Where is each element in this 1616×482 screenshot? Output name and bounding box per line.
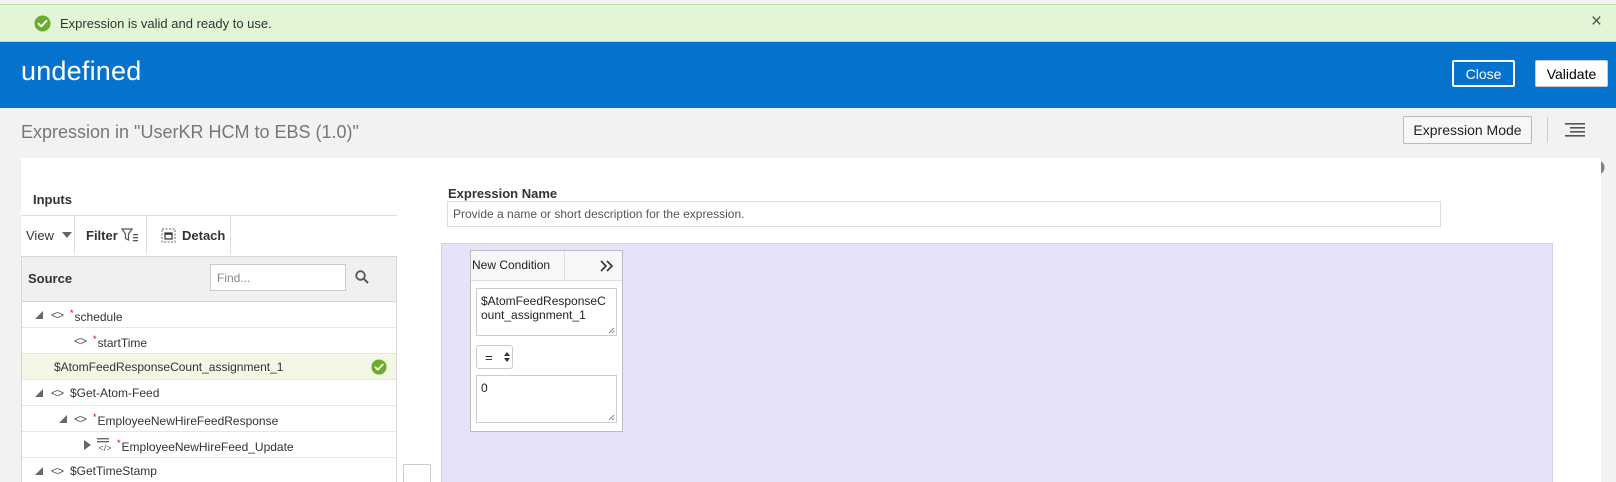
detach-button[interactable]: Detach bbox=[161, 216, 225, 254]
tree-item-label: EmployeeNewHireFeed_Update bbox=[121, 440, 294, 454]
svg-text:</>: </> bbox=[98, 443, 111, 452]
success-banner: Expression is valid and ready to use. × bbox=[0, 4, 1616, 42]
left-operand-value: $AtomFeedResponseCount_assignment_1 bbox=[481, 294, 606, 322]
hamburger-icon[interactable] bbox=[1565, 122, 1585, 138]
main-panel: Inputs View Filter Detach Source Find...… bbox=[21, 158, 1601, 482]
expanded-triangle-icon[interactable] bbox=[34, 388, 44, 398]
expression-builder: Expression is valid and ready to use. × … bbox=[0, 0, 1616, 482]
expanded-triangle-icon[interactable] bbox=[58, 414, 68, 424]
required-marker: * bbox=[93, 412, 97, 422]
repeating-element-icon: </> bbox=[97, 438, 112, 452]
expression-name-input[interactable] bbox=[447, 201, 1441, 227]
toolbar-divider bbox=[230, 216, 231, 254]
close-button[interactable]: Close bbox=[1452, 60, 1515, 87]
header-divider bbox=[564, 251, 565, 281]
condition-header: New Condition bbox=[471, 251, 622, 281]
condition-title: New Condition bbox=[472, 258, 551, 272]
tree-row-starttime[interactable]: <> *startTime bbox=[22, 328, 396, 354]
resize-grip-icon[interactable] bbox=[608, 414, 615, 421]
tree-item-label: $AtomFeedResponseCount_assignment_1 bbox=[54, 360, 284, 374]
angle-brackets-icon: <> bbox=[51, 308, 64, 322]
tree-row-feed-response[interactable]: <> *EmployeeNewHireFeedResponse bbox=[22, 406, 396, 432]
validate-button[interactable]: Validate bbox=[1535, 60, 1608, 87]
tree-item-label: $Get-Atom-Feed bbox=[70, 386, 160, 400]
page-title: Expression in "UserKR HCM to EBS (1.0)" bbox=[21, 122, 359, 142]
expanded-triangle-icon[interactable] bbox=[34, 310, 44, 320]
condition-card: New Condition $AtomFeedResponseCount_ass… bbox=[470, 250, 623, 432]
expression-canvas[interactable]: New Condition $AtomFeedResponseCount_ass… bbox=[441, 243, 1553, 482]
angle-brackets-icon: <> bbox=[51, 464, 64, 478]
operator-select[interactable]: = bbox=[476, 345, 513, 369]
right-operand-value: 0 bbox=[481, 381, 488, 395]
view-label: View bbox=[26, 227, 54, 243]
double-chevron-right-icon[interactable] bbox=[600, 260, 614, 272]
toolbar-divider bbox=[74, 216, 75, 254]
operator-value: = bbox=[485, 350, 493, 365]
header-bar: undefined Close Validate bbox=[0, 42, 1616, 108]
expression-name-label: Expression Name bbox=[448, 186, 558, 201]
caret-down-icon bbox=[61, 232, 72, 238]
tree-row-schedule[interactable]: <> *schedule bbox=[22, 302, 396, 328]
tree-row-get-atom-feed[interactable]: <> $Get-Atom-Feed bbox=[22, 380, 396, 406]
filter-button[interactable]: Filter bbox=[86, 216, 139, 254]
filter-label: Filter bbox=[86, 227, 118, 243]
detach-icon bbox=[161, 228, 176, 242]
close-banner-icon[interactable]: × bbox=[1591, 12, 1602, 32]
tree-item-label: $GetTimeStamp bbox=[70, 464, 157, 478]
tree-row-atomfeed-count[interactable]: $AtomFeedResponseCount_assignment_1 bbox=[22, 354, 396, 380]
filter-icon bbox=[120, 227, 138, 241]
source-label: Source bbox=[28, 271, 73, 286]
required-marker: * bbox=[117, 438, 121, 448]
toolbar-divider bbox=[1547, 117, 1548, 143]
detach-label: Detach bbox=[182, 227, 226, 243]
valid-check-icon bbox=[371, 359, 387, 375]
right-operand-field[interactable]: 0 bbox=[476, 375, 617, 423]
left-operand-field[interactable]: $AtomFeedResponseCount_assignment_1 bbox=[476, 288, 617, 336]
check-circle-icon bbox=[34, 15, 51, 32]
inputs-toolbar: View Filter Detach bbox=[21, 215, 397, 254]
angle-brackets-icon: <> bbox=[74, 412, 87, 426]
find-input[interactable] bbox=[210, 264, 346, 291]
inputs-heading: Inputs bbox=[33, 192, 72, 207]
page-header-title: undefined bbox=[21, 56, 142, 86]
tree-item-label: startTime bbox=[97, 336, 148, 350]
resize-grip-icon[interactable] bbox=[608, 327, 615, 334]
expanded-triangle-icon[interactable] bbox=[34, 466, 44, 476]
tree-row-feed-update[interactable]: </> *EmployeeNewHireFeed_Update bbox=[22, 432, 396, 458]
tree-row-get-timestamp[interactable]: <> $GetTimeStamp bbox=[22, 458, 396, 482]
tree-item-label: EmployeeNewHireFeedResponse bbox=[97, 414, 279, 428]
expression-mode-button[interactable]: Expression Mode bbox=[1403, 116, 1532, 144]
required-marker: * bbox=[93, 334, 97, 344]
collapsed-triangle-icon[interactable] bbox=[82, 440, 92, 450]
updown-arrow-icon bbox=[504, 352, 510, 362]
source-tree: Source <> *schedule <> *startTime $A bbox=[21, 256, 397, 482]
source-header: Source bbox=[22, 257, 396, 302]
search-icon[interactable] bbox=[355, 270, 369, 284]
required-marker: * bbox=[70, 308, 74, 318]
toolbar-divider bbox=[146, 216, 147, 254]
view-menu[interactable]: View bbox=[26, 216, 72, 254]
banner-message: Expression is valid and ready to use. bbox=[60, 16, 272, 31]
angle-brackets-icon: <> bbox=[74, 334, 87, 348]
collapse-handle[interactable] bbox=[403, 464, 431, 482]
tree-item-label: schedule bbox=[74, 310, 123, 324]
angle-brackets-icon: <> bbox=[51, 386, 64, 400]
